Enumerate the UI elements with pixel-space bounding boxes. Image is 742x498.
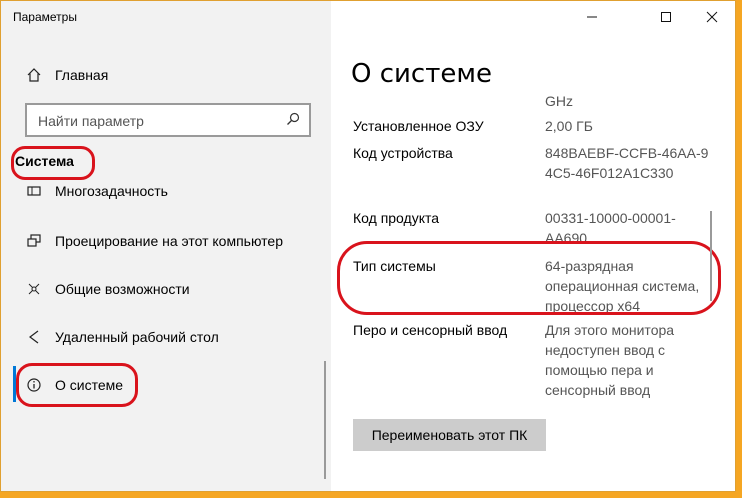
property-label-ram: Установленное ОЗУ [353, 118, 484, 134]
sidebar-item-remote-desktop[interactable]: Удаленный рабочий стол [1, 325, 331, 349]
shared-experiences-icon [25, 280, 43, 298]
rename-pc-button[interactable]: Переименовать этот ПК [353, 419, 546, 451]
close-button[interactable] [689, 1, 735, 33]
property-label-pen-touch: Перо и сенсорный ввод [353, 322, 508, 338]
settings-window: Параметры Главная Найти параметр Система… [0, 0, 736, 492]
search-input[interactable]: Найти параметр [25, 103, 311, 137]
remote-desktop-icon [25, 328, 43, 346]
search-icon [285, 111, 301, 132]
window-title: Параметры [13, 10, 77, 24]
sidebar-item-projecting[interactable]: Проецирование на этот компьютер [1, 229, 331, 253]
sidebar-item-label: Главная [55, 67, 109, 83]
property-label-product-id: Код продукта [353, 210, 440, 226]
sidebar-item-label: Проецирование на этот компьютер [55, 233, 283, 249]
sidebar-item-label: Общие возможности [55, 281, 190, 297]
section-title: Система [15, 153, 74, 169]
maximize-button[interactable] [643, 1, 689, 33]
maximize-icon [661, 12, 671, 22]
sidebar-item-shared-experiences[interactable]: Общие возможности [1, 277, 331, 301]
property-value-system-type: 64-разрядная операционная система, проце… [545, 258, 700, 314]
selected-indicator [13, 366, 16, 402]
info-icon [25, 376, 43, 394]
sidebar-item-multitasking[interactable]: Многозадачность [1, 179, 331, 203]
property-value-partial: GHz [545, 93, 573, 109]
sidebar-item-about[interactable]: О системе [1, 373, 331, 397]
close-icon [706, 11, 718, 23]
property-label-device-id: Код устройства [353, 145, 453, 161]
sidebar-item-label: Удаленный рабочий стол [55, 329, 219, 345]
minimize-icon [587, 16, 597, 18]
sidebar: Параметры Главная Найти параметр Система… [1, 1, 331, 491]
sidebar-item-label: Многозадачность [55, 183, 168, 199]
multitasking-icon [25, 182, 43, 200]
projecting-icon [25, 232, 43, 250]
search-placeholder: Найти параметр [38, 113, 144, 129]
property-value-product-id: 00331-10000-00001-AA690 [545, 210, 676, 246]
minimize-button[interactable] [569, 1, 615, 33]
sidebar-item-home[interactable]: Главная [1, 63, 331, 87]
property-value-ram: 2,00 ГБ [545, 118, 593, 134]
home-icon [25, 66, 43, 84]
main-content: О системе GHz Установленное ОЗУ 2,00 ГБ … [331, 1, 735, 491]
property-label-system-type: Тип системы [353, 258, 436, 274]
sidebar-scrollbar[interactable] [324, 361, 326, 479]
main-scrollbar[interactable] [710, 211, 712, 301]
property-value-device-id: 848BAEBF-CCFB-46AA-94C5-46F012A1C330 [545, 145, 709, 181]
page-title: О системе [351, 59, 492, 89]
sidebar-item-label: О системе [55, 377, 124, 393]
property-value-pen-touch: Для этого монитора недоступен ввод с пом… [545, 322, 675, 398]
